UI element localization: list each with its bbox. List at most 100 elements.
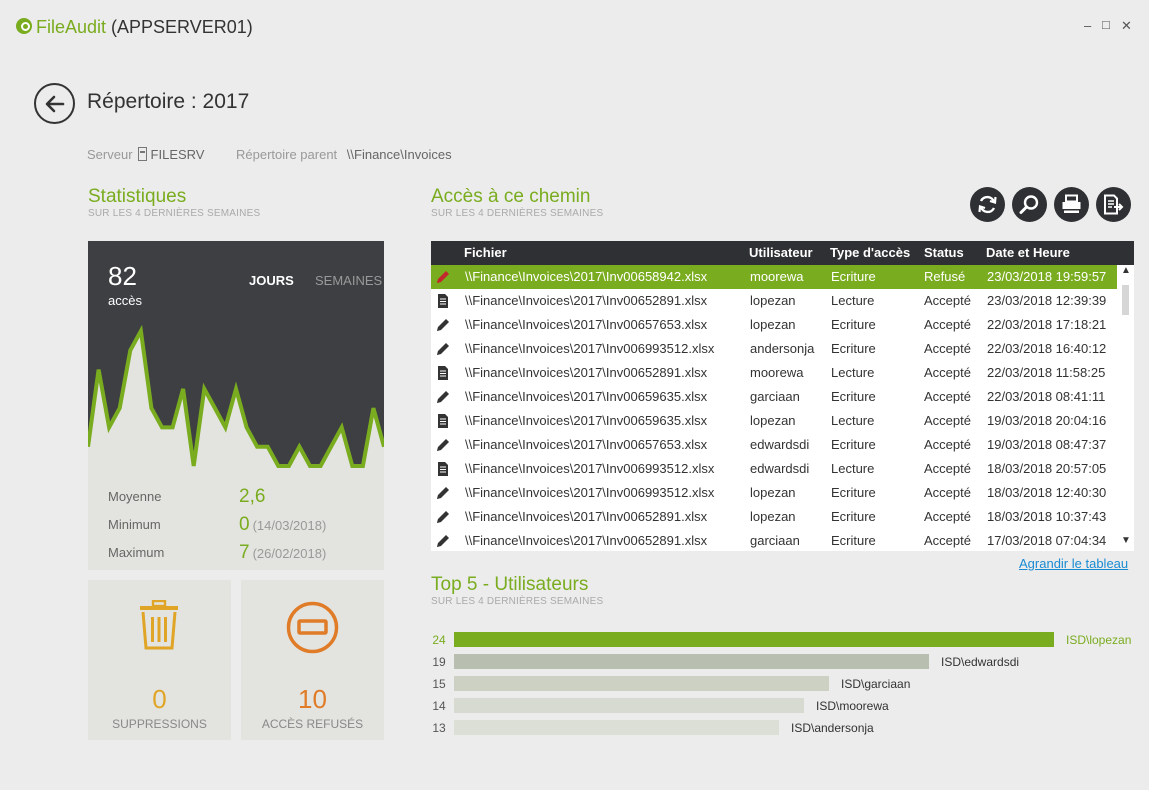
- pencil-icon: [434, 268, 452, 286]
- col-access-type[interactable]: Type d'accès: [830, 245, 910, 260]
- page-title: Répertoire : 2017: [87, 90, 250, 113]
- minimize-button[interactable]: –: [1084, 18, 1091, 33]
- table-row[interactable]: \\Finance\Invoices\2017\Inv006993512.xls…: [431, 337, 1117, 361]
- user-cell: lopezan: [750, 413, 796, 428]
- denied-tile[interactable]: 10 ACCÈS REFUSÉS: [241, 580, 384, 740]
- table-row[interactable]: \\Finance\Invoices\2017\Inv00659635.xlsx…: [431, 409, 1117, 433]
- print-button[interactable]: [1054, 187, 1089, 222]
- deletions-tile[interactable]: 0 SUPPRESSIONS: [88, 580, 231, 740]
- file-path: \\Finance\Invoices\2017\Inv00652891.xlsx: [465, 533, 708, 548]
- status-cell: Accepté: [924, 389, 971, 404]
- top-user-count: 24: [432, 633, 446, 647]
- parent-info: Répertoire parent \\Finance\Invoices: [236, 147, 452, 162]
- access-title: Accès à ce chemin: [431, 186, 591, 207]
- file-path: \\Finance\Invoices\2017\Inv00657653.xlsx: [465, 437, 708, 452]
- status-cell: Accepté: [924, 485, 971, 500]
- table-row[interactable]: \\Finance\Invoices\2017\Inv00657653.xlsx…: [431, 433, 1117, 457]
- top-user-label: ISD\garciaan: [841, 677, 911, 691]
- user-cell: lopezan: [750, 293, 796, 308]
- scroll-up-icon[interactable]: ▲: [1121, 265, 1131, 276]
- status-cell: Accepté: [924, 533, 971, 548]
- table-row[interactable]: \\Finance\Invoices\2017\Inv006993512.xls…: [431, 457, 1117, 481]
- document-icon: [434, 412, 452, 430]
- user-cell: lopezan: [750, 485, 796, 500]
- user-cell: moorewa: [750, 269, 804, 284]
- back-button[interactable]: [34, 83, 75, 124]
- col-user[interactable]: Utilisateur: [749, 245, 813, 260]
- table-scrollbar[interactable]: ▲ ▼: [1117, 265, 1134, 551]
- col-status[interactable]: Status: [924, 245, 964, 260]
- refresh-button[interactable]: [970, 187, 1005, 222]
- top-user-bar-row: 15 ISD\garciaan: [431, 676, 1134, 691]
- maximum-label: Maximum: [108, 545, 165, 560]
- status-cell: Accepté: [924, 437, 971, 452]
- search-button[interactable]: [1012, 187, 1047, 222]
- top-user-bar[interactable]: [454, 632, 1054, 647]
- date-cell: 23/03/2018 19:59:57: [987, 269, 1107, 284]
- col-file[interactable]: Fichier: [464, 245, 507, 260]
- file-path: \\Finance\Invoices\2017\Inv00652891.xlsx: [465, 365, 708, 380]
- export-button[interactable]: [1096, 187, 1131, 222]
- user-cell: garciaan: [750, 389, 800, 404]
- top-user-bar[interactable]: [454, 654, 929, 669]
- file-path: \\Finance\Invoices\2017\Inv00652891.xlsx: [465, 509, 708, 524]
- minimum-value: 0 (14/03/2018): [239, 514, 326, 536]
- date-cell: 22/03/2018 11:58:25: [987, 365, 1106, 380]
- tab-weeks[interactable]: SEMAINES: [315, 273, 382, 288]
- file-path: \\Finance\Invoices\2017\Inv00652891.xlsx: [465, 293, 708, 308]
- maximum-value: 7 (26/02/2018): [239, 542, 326, 564]
- table-row[interactable]: \\Finance\Invoices\2017\Inv00652891.xlsx…: [431, 361, 1117, 385]
- top-user-bar-row: 14 ISD\moorewa: [431, 698, 1134, 713]
- fileaudit-logo-icon: [16, 18, 32, 34]
- pencil-icon: [434, 340, 452, 358]
- date-cell: 19/03/2018 08:47:37: [987, 437, 1107, 452]
- file-path: \\Finance\Invoices\2017\Inv00659635.xlsx: [465, 413, 708, 428]
- file-path: \\Finance\Invoices\2017\Inv006993512.xls…: [465, 461, 715, 476]
- top-user-label: ISD\andersonja: [791, 721, 874, 735]
- top-user-bar[interactable]: [454, 698, 804, 713]
- pencil-icon: [434, 388, 452, 406]
- scroll-down-icon[interactable]: ▼: [1121, 535, 1131, 546]
- minimum-date: (14/03/2018): [252, 518, 327, 533]
- table-row[interactable]: \\Finance\Invoices\2017\Inv00659635.xlsx…: [431, 385, 1117, 409]
- table-row[interactable]: \\Finance\Invoices\2017\Inv00652891.xlsx…: [431, 505, 1117, 529]
- expand-table-link[interactable]: Agrandir le tableau: [1019, 556, 1128, 571]
- user-cell: edwardsdi: [750, 461, 810, 476]
- pencil-icon: [434, 508, 452, 526]
- document-icon: [434, 460, 452, 478]
- stats-title: Statistiques: [88, 186, 187, 207]
- server-label: Serveur: [87, 147, 133, 162]
- access-type-cell: Lecture: [831, 293, 875, 308]
- table-row[interactable]: \\Finance\Invoices\2017\Inv00652891.xlsx…: [431, 529, 1117, 551]
- top-user-bar[interactable]: [454, 676, 829, 691]
- date-cell: 22/03/2018 08:41:11: [987, 389, 1106, 404]
- access-count: 82: [108, 261, 137, 291]
- table-row[interactable]: \\Finance\Invoices\2017\Inv006993512.xls…: [431, 481, 1117, 505]
- top-user-bar[interactable]: [454, 720, 779, 735]
- document-icon: [434, 364, 452, 382]
- app-name: FileAudit: [36, 17, 107, 37]
- col-date[interactable]: Date et Heure: [986, 245, 1070, 260]
- table-row[interactable]: \\Finance\Invoices\2017\Inv00657653.xlsx…: [431, 313, 1117, 337]
- date-cell: 18/03/2018 10:37:43: [987, 509, 1107, 524]
- top-user-count: 14: [432, 699, 446, 713]
- access-table: Fichier Utilisateur Type d'accès Status …: [431, 241, 1134, 551]
- top-user-label: ISD\lopezan: [1066, 633, 1132, 647]
- access-count-label: accès: [108, 293, 142, 308]
- status-cell: Refusé: [924, 269, 966, 284]
- date-cell: 18/03/2018 20:57:05: [987, 461, 1107, 476]
- maximize-button[interactable]: □: [1102, 17, 1110, 32]
- tab-days[interactable]: JOURS: [249, 273, 294, 288]
- table-row[interactable]: \\Finance\Invoices\2017\Inv00652891.xlsx…: [431, 289, 1117, 313]
- scroll-thumb[interactable]: [1122, 285, 1129, 315]
- search-icon: [1019, 195, 1039, 214]
- status-cell: Accepté: [924, 341, 971, 356]
- file-path: \\Finance\Invoices\2017\Inv006993512.xls…: [465, 485, 715, 500]
- date-cell: 19/03/2018 20:04:16: [987, 413, 1107, 428]
- table-row[interactable]: \\Finance\Invoices\2017\Inv00658942.xlsx…: [431, 265, 1117, 289]
- access-type-cell: Lecture: [831, 461, 875, 476]
- user-cell: edwardsdi: [750, 437, 810, 452]
- server-icon: [137, 147, 147, 161]
- close-button[interactable]: ✕: [1121, 18, 1132, 34]
- file-path: \\Finance\Invoices\2017\Inv00658942.xlsx: [465, 269, 708, 284]
